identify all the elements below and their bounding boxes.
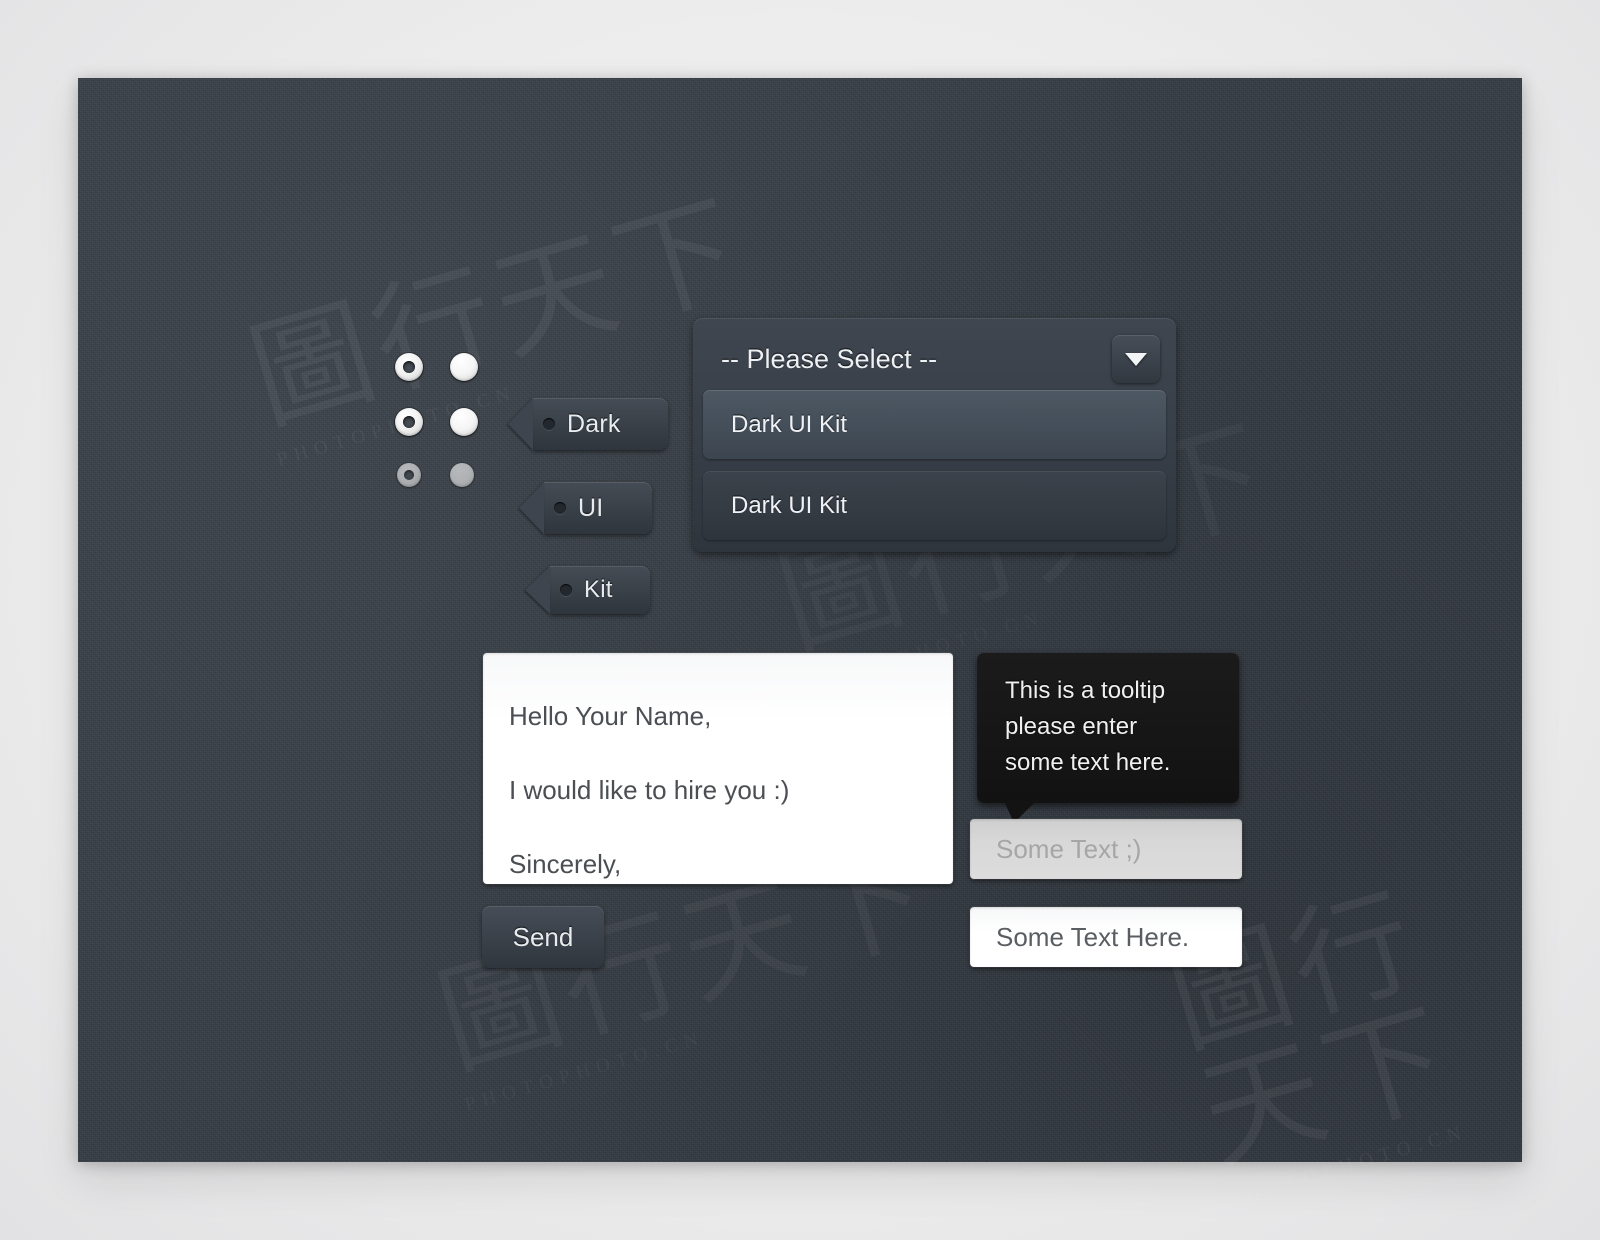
select-option-label: Dark UI Kit <box>731 410 848 438</box>
textarea-line: Sincerely, <box>509 849 622 879</box>
watermark-glyph: 圖行天下 <box>1155 873 1468 1186</box>
tag-hole-icon <box>554 502 566 514</box>
send-button[interactable]: Send <box>482 906 604 968</box>
caret-glyph <box>1125 352 1147 366</box>
tag-label-ui[interactable]: UI <box>519 482 652 534</box>
tooltip-line: This is a tooltip <box>1005 677 1166 704</box>
select-option-label: Dark UI Kit <box>731 491 848 519</box>
radio-selected-disabled-icon <box>450 463 474 487</box>
watermark-glyph: 圖行天下 <box>236 179 759 447</box>
text-input-placeholder: Some Text ;) <box>996 833 1142 864</box>
chevron-down-icon[interactable] <box>1112 335 1160 383</box>
textarea-line: I would like to hire you :) <box>509 775 790 805</box>
tag-point-icon <box>525 566 550 614</box>
radio-row-disabled <box>397 463 474 487</box>
tag-point-icon <box>508 398 533 450</box>
radio-selected-icon[interactable] <box>450 353 478 381</box>
textarea-line: Hello Your Name, <box>509 701 712 731</box>
tag-label-dark[interactable]: Dark <box>508 398 668 450</box>
tooltip-line: please enter <box>1005 713 1138 740</box>
send-button-label: Send <box>512 921 574 952</box>
tag-hole-icon <box>543 418 555 430</box>
radio-row <box>395 353 478 381</box>
select-dropdown[interactable]: -- Please Select -- Dark UI Kit Dark UI … <box>693 318 1176 552</box>
text-input-disabled[interactable]: Some Text ;) <box>970 819 1242 879</box>
text-input-value: Some Text Here. <box>996 921 1190 952</box>
tag-label-text: Dark <box>567 409 621 438</box>
tooltip: This is a tooltip please enter some text… <box>977 653 1239 823</box>
watermark: 圖行天下 PHOTOPHOTO.CN <box>236 179 765 471</box>
radio-row <box>395 408 478 436</box>
tag-hole-icon <box>560 584 572 596</box>
radio-selected-icon[interactable] <box>450 408 478 436</box>
dark-ui-kit-panel: 圖行天下 PHOTOPHOTO.CN 圖行天下 PHOTOPHOTO.CN 圖行… <box>78 78 1522 1210</box>
tooltip-line: some text here. <box>1005 749 1171 776</box>
tag-label-kit[interactable]: Kit <box>525 566 650 614</box>
text-input-filled[interactable]: Some Text Here. <box>970 907 1242 967</box>
radio-unselected-icon[interactable] <box>395 408 423 436</box>
select-option[interactable]: Dark UI Kit <box>703 471 1166 540</box>
tag-label-text: Kit <box>584 576 613 603</box>
select-placeholder-label: -- Please Select -- <box>721 343 938 374</box>
select-option-selected[interactable]: Dark UI Kit <box>703 390 1166 459</box>
tag-point-icon <box>519 482 544 534</box>
message-textarea[interactable]: Hello Your Name, I would like to hire yo… <box>483 653 953 884</box>
radio-unselected-disabled-icon <box>397 463 421 487</box>
radio-unselected-icon[interactable] <box>395 353 423 381</box>
watermark-sub: PHOTOPHOTO.CN <box>462 1026 707 1116</box>
tag-label-text: UI <box>578 493 604 522</box>
select-header[interactable]: -- Please Select -- <box>703 328 1166 390</box>
